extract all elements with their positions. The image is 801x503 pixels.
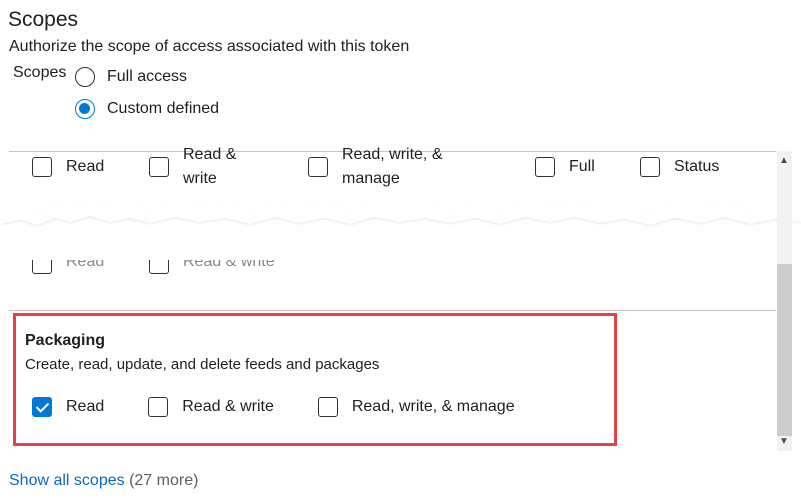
show-all-scopes: Show all scopes (27 more)	[9, 472, 198, 490]
packaging-read-label: Read	[66, 398, 105, 415]
top-row-full-checkbox[interactable]	[535, 157, 555, 177]
radio-full-access-label: Full access	[107, 68, 188, 85]
top-row-read-write-line2: write	[183, 170, 217, 187]
top-row-read-write-line1: Read &	[183, 146, 237, 163]
packaging-options: Read Read & write Read, write, & manage	[32, 395, 515, 419]
radio-custom-defined-label: Custom defined	[107, 100, 220, 117]
radio-full-access-circle[interactable]	[75, 67, 95, 87]
tear-cover	[0, 236, 776, 260]
top-row-status[interactable]: Status	[640, 155, 719, 179]
packaging-read-write-manage-checkbox[interactable]	[317, 397, 338, 417]
top-row-read-label: Read	[66, 158, 105, 175]
scroll-up-arrow-icon[interactable]: ▲	[779, 155, 789, 166]
top-row-read-write[interactable]: Read & write	[149, 143, 236, 191]
scroll-down-arrow-icon[interactable]: ▼	[779, 436, 789, 447]
packaging-description: Create, read, update, and delete feeds a…	[25, 356, 380, 373]
top-row-rwm-line2: manage	[342, 170, 400, 187]
radio-full-access[interactable]: Full access	[75, 67, 187, 87]
top-row-status-checkbox[interactable]	[640, 157, 660, 177]
packaging-read-write[interactable]: Read & write	[148, 395, 274, 419]
top-row-read-write-manage-checkbox[interactable]	[308, 157, 328, 177]
top-row-status-label: Status	[674, 158, 720, 175]
packaging-read-write-manage-label: Read, write, & manage	[351, 398, 515, 415]
show-all-scopes-link[interactable]: Show all scopes	[9, 472, 125, 489]
packaging-read[interactable]: Read	[32, 395, 104, 419]
top-row-read-checkbox[interactable]	[32, 157, 52, 177]
section-subtitle: Authorize the scope of access associated…	[9, 38, 410, 55]
top-row-full[interactable]: Full	[535, 155, 595, 179]
top-row-read-write-checkbox[interactable]	[149, 157, 169, 177]
top-row-read-write-manage-label: Read, write, & manage	[342, 143, 442, 191]
scopes-label: Scopes	[13, 64, 67, 81]
packaging-read-write-checkbox[interactable]	[148, 397, 169, 417]
packaging-read-checkbox[interactable]	[32, 397, 52, 417]
top-row-rwm-line1: Read, write, &	[342, 146, 443, 163]
section-title: Scopes	[8, 8, 79, 31]
packaging-read-write-manage[interactable]: Read, write, & manage	[317, 395, 515, 419]
packaging-read-write-label: Read & write	[182, 398, 274, 415]
top-row-read-write-label: Read & write	[183, 143, 236, 191]
top-row-full-label: Full	[569, 158, 595, 175]
top-row-read[interactable]: Read	[32, 155, 104, 179]
scrollbar-thumb[interactable]	[777, 264, 792, 436]
torn-edge-graphic	[0, 202, 801, 225]
radio-custom-defined-circle[interactable]	[75, 99, 95, 119]
top-row-read-write-manage[interactable]: Read, write, & manage	[308, 143, 442, 191]
packaging-title: Packaging	[25, 332, 106, 349]
list-divider	[9, 310, 776, 311]
more-count: (27 more)	[129, 472, 199, 489]
radio-custom-defined[interactable]: Custom defined	[75, 99, 219, 119]
